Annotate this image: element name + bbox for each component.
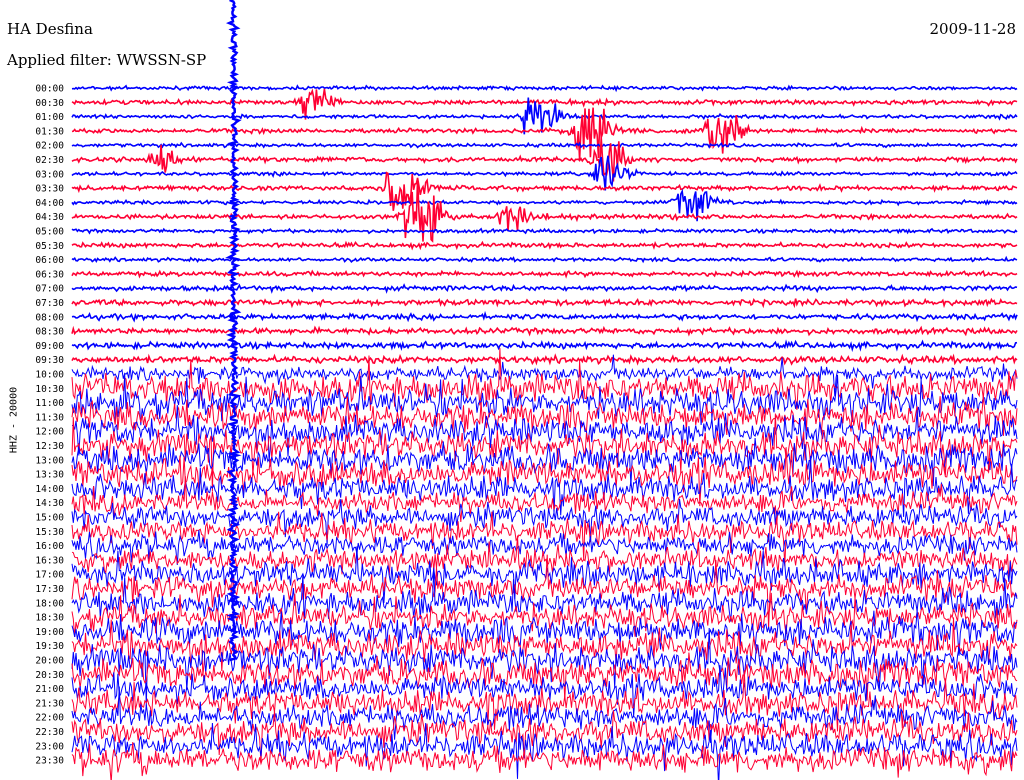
row-time-label: 00:00	[35, 84, 64, 95]
row-time-label: 04:00	[35, 198, 64, 209]
row-time-label: 01:30	[35, 126, 64, 137]
row-time-label: 09:30	[35, 355, 64, 366]
row-time-label: 03:00	[35, 169, 64, 180]
row-time-label: 09:00	[35, 341, 64, 352]
row-time-label: 22:30	[35, 727, 64, 738]
row-time-label: 05:00	[35, 227, 64, 238]
row-time-label: 10:00	[35, 370, 64, 381]
row-time-label: 19:30	[35, 641, 64, 652]
row-time-label: 04:30	[35, 212, 64, 223]
row-time-label: 20:00	[35, 656, 64, 667]
row-time-label: 06:00	[35, 255, 64, 266]
trace-row	[71, 269, 1018, 279]
trace-row	[71, 476, 1018, 525]
row-time-label: 14:00	[35, 484, 64, 495]
helicorder-plot: 00:00 00:30 01:00 01:30 02:00 02:30 03:00 03:30…	[35, 0, 1018, 780]
trace-row	[71, 141, 1018, 149]
row-time-label: 14:30	[35, 498, 64, 509]
row-time-label: 02:00	[35, 141, 64, 152]
row-time-label: 12:30	[35, 441, 64, 452]
row-time-label: 16:30	[35, 555, 64, 566]
trace-row	[71, 535, 1018, 581]
row-time-label: 13:00	[35, 455, 64, 466]
row-time-label: 00:30	[35, 98, 64, 109]
row-time-label: 05:30	[35, 241, 64, 252]
row-time-label: 23:30	[35, 756, 64, 767]
row-time-label: 21:00	[35, 684, 64, 695]
row-time-label: 22:00	[35, 713, 64, 724]
trace-row	[71, 255, 1018, 264]
row-time-label: 19:00	[35, 627, 64, 638]
row-time-label: 08:00	[35, 312, 64, 323]
row-label-group: 00:00 00:30 01:00 01:30 02:00 02:30 03:00 03:30…	[35, 84, 64, 767]
trace-row	[71, 297, 1018, 309]
row-time-label: 17:30	[35, 584, 64, 595]
trace-row	[71, 353, 1018, 366]
row-time-label: 11:30	[35, 412, 64, 423]
row-time-label: 11:00	[35, 398, 64, 409]
row-time-label: 17:00	[35, 570, 64, 581]
trace-row	[71, 171, 1018, 211]
row-time-label: 10:30	[35, 384, 64, 395]
trace-row	[71, 227, 1018, 235]
row-time-label: 18:00	[35, 598, 64, 609]
trace-row	[71, 240, 1018, 251]
row-time-label: 07:00	[35, 284, 64, 295]
row-time-label: 03:30	[35, 184, 64, 195]
row-time-label: 12:00	[35, 427, 64, 438]
row-time-label: 16:00	[35, 541, 64, 552]
trace-row	[71, 325, 1018, 337]
row-time-label: 21:30	[35, 698, 64, 709]
trace-row	[71, 339, 1018, 353]
row-time-label: 20:30	[35, 670, 64, 681]
row-time-label: 15:30	[35, 527, 64, 538]
row-time-label: 23:00	[35, 741, 64, 752]
trace-row	[71, 498, 1018, 545]
trace-row	[71, 84, 1018, 93]
trace-row	[71, 310, 1018, 323]
trace-row	[71, 283, 1018, 294]
row-time-label: 07:30	[35, 298, 64, 309]
row-time-label: 06:30	[35, 269, 64, 280]
row-time-label: 01:00	[35, 112, 64, 123]
row-time-label: 15:00	[35, 513, 64, 524]
row-time-label: 18:30	[35, 613, 64, 624]
trace-group	[71, 0, 1018, 780]
row-time-label: 08:30	[35, 327, 64, 338]
row-time-label: 02:30	[35, 155, 64, 166]
row-time-label: 13:30	[35, 470, 64, 481]
